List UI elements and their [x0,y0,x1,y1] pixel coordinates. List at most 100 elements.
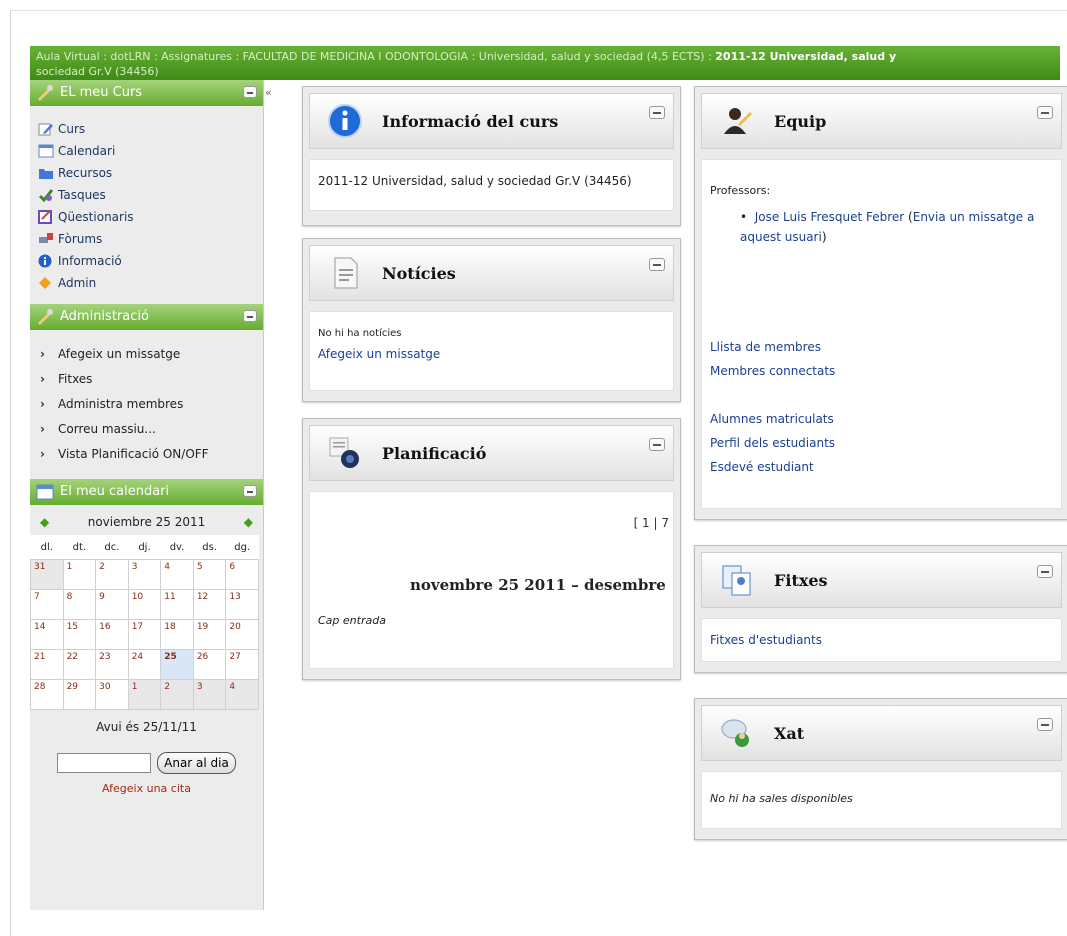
admin-item-manage-members[interactable]: › Administra membres [40,392,263,417]
calendar-day[interactable]: 25 [160,649,194,680]
previous-month-arrow-icon[interactable]: ◆ [40,515,49,529]
portlet-header: Notícies [309,245,674,301]
planning-date-range: novembre 25 2011 – desembre [410,576,666,594]
calendar-day[interactable]: 17 [127,619,162,650]
breadcrumb: Aula Virtual : dotLRN : Assignatures : F… [30,46,1060,80]
calendar-day[interactable]: 2 [95,559,129,590]
calendar-day[interactable]: 28 [30,679,64,710]
calendar-day[interactable]: 5 [192,559,227,590]
chevron-right-icon: › [40,397,45,411]
calendar-day[interactable]: 15 [62,619,97,650]
calendar-day[interactable]: 3 [192,679,227,710]
calendar-day[interactable]: 6 [225,559,259,590]
planning-empty-text: Cap entrada [318,614,386,627]
minimize-course-panel-button[interactable] [243,86,257,98]
admin-icon [39,277,51,289]
calendar-weekday: ds. [202,541,217,553]
admin-panel-header: Administració [30,304,263,330]
bullet-icon: • [740,210,755,224]
planning-portlet: Planificació [ 1 | 7 novembre 25 2011 – … [302,418,681,680]
course-menu-item-tasques[interactable]: Tasques [38,184,263,206]
minimize-portlet-button[interactable] [649,438,665,451]
pencil-icon [38,123,53,136]
become-student-link[interactable]: Esdevé estudiant [710,455,1053,479]
minimize-portlet-button[interactable] [649,258,665,271]
user-icon [724,108,752,134]
calendar-weekday: dl. [40,541,53,553]
calendar-day[interactable]: 4 [225,679,259,710]
course-menu-item-questionaris[interactable]: Qüestionaris [38,206,263,228]
course-menu-item-calendari[interactable]: Calendari [38,140,263,162]
minimize-portlet-button[interactable] [1037,106,1053,119]
calendar-day[interactable]: 14 [30,619,64,650]
calendar-day[interactable]: 1 [62,559,97,590]
enrolled-students-link[interactable]: Alumnes matriculats [710,407,1053,431]
course-menu-item-informacio[interactable]: Informació [38,250,263,272]
calendar-day[interactable]: 29 [62,679,97,710]
portlet-title: Informació del curs [382,112,559,131]
calendar-day[interactable]: 27 [225,649,259,680]
calendar-day[interactable]: 26 [192,649,227,680]
calendar-day[interactable]: 21 [30,649,64,680]
calendar-day[interactable]: 2 [160,679,194,710]
admin-item-add-message[interactable]: › Afegeix un missatge [40,342,263,367]
course-menu-item-forums[interactable]: Fòrums [38,228,263,250]
calendar-day[interactable]: 22 [62,649,97,680]
calendar-day[interactable]: 9 [95,589,129,620]
admin-item-label: Vista Planificació ON/OFF [58,447,209,461]
course-menu-item-curs[interactable]: Curs [38,118,263,140]
admin-item-mass-mail[interactable]: › Correu massiu... [40,417,263,442]
admin-item-planning-view[interactable]: › Vista Planificació ON/OFF [40,442,263,467]
add-message-link[interactable]: Afegeix un missatge [318,347,665,361]
calendar-day[interactable]: 11 [160,589,194,620]
news-portlet: Notícies No hi ha notícies Afegeix un mi… [302,238,681,402]
collapse-sidebar-button[interactable]: « [265,86,272,99]
course-menu-item-admin[interactable]: Admin [38,272,263,294]
student-files-link[interactable]: Fitxes d'estudiants [710,633,822,647]
calendar-day[interactable]: 24 [127,649,162,680]
course-menu-label: Calendari [58,144,116,158]
calendar-day[interactable]: 30 [95,679,129,710]
minimize-portlet-button[interactable] [1037,565,1053,578]
calendar-day[interactable]: 13 [225,589,259,620]
calendar-panel-header: El meu calendari [30,479,263,505]
portlet-header: Equip [701,93,1062,149]
calendar-day[interactable]: 10 [127,589,162,620]
planning-pager[interactable]: [ 1 | 7 [634,516,669,530]
calendar-day[interactable]: 3 [127,559,162,590]
course-menu-item-recursos[interactable]: Recursos [38,162,263,184]
calendar-day[interactable]: 19 [192,619,227,650]
calendar-day[interactable]: 16 [95,619,129,650]
calendar-navigation: ◆ noviembre 25 2011 ◆ [30,505,263,535]
calendar-day[interactable]: 18 [160,619,194,650]
goto-date-button[interactable]: Anar al dia [157,752,236,774]
calendar-panel-title: El meu calendari [60,484,170,499]
next-month-arrow-icon[interactable]: ◆ [244,515,253,529]
calendar-day[interactable]: 12 [192,589,227,620]
members-list-link[interactable]: Llista de membres [710,335,1053,359]
students-profile-link[interactable]: Perfil dels estudiants [710,431,1053,455]
breadcrumb-path[interactable]: Aula Virtual : dotLRN : Assignatures : F… [36,50,715,63]
calendar-day[interactable]: 1 [127,679,162,710]
portlet-header: Informació del curs [309,93,674,149]
goto-date-input[interactable] [57,753,152,773]
minimize-portlet-button[interactable] [649,106,665,119]
minimize-admin-panel-button[interactable] [243,310,257,322]
professor-name-link[interactable]: Jose Luis Fresquet Febrer [755,210,905,224]
calendar-day[interactable]: 23 [95,649,129,680]
calendar-day[interactable]: 20 [225,619,259,650]
info-icon [38,254,52,268]
tools-icon [38,309,53,325]
add-appointment-link[interactable]: Afegeix una cita [30,782,263,795]
connected-members-link[interactable]: Membres connectats [710,359,1053,383]
calendar-day[interactable]: 7 [30,589,64,620]
calendar-weekday: dc. [104,541,120,553]
calendar-day[interactable]: 31 [30,559,64,590]
professor-message-close: ) [821,230,827,244]
minimize-portlet-button[interactable] [1037,718,1053,731]
admin-item-label: Fitxes [58,372,93,386]
calendar-day[interactable]: 8 [62,589,97,620]
admin-item-files[interactable]: › Fitxes [40,367,263,392]
minimize-calendar-panel-button[interactable] [243,485,257,497]
calendar-day[interactable]: 4 [160,559,194,590]
